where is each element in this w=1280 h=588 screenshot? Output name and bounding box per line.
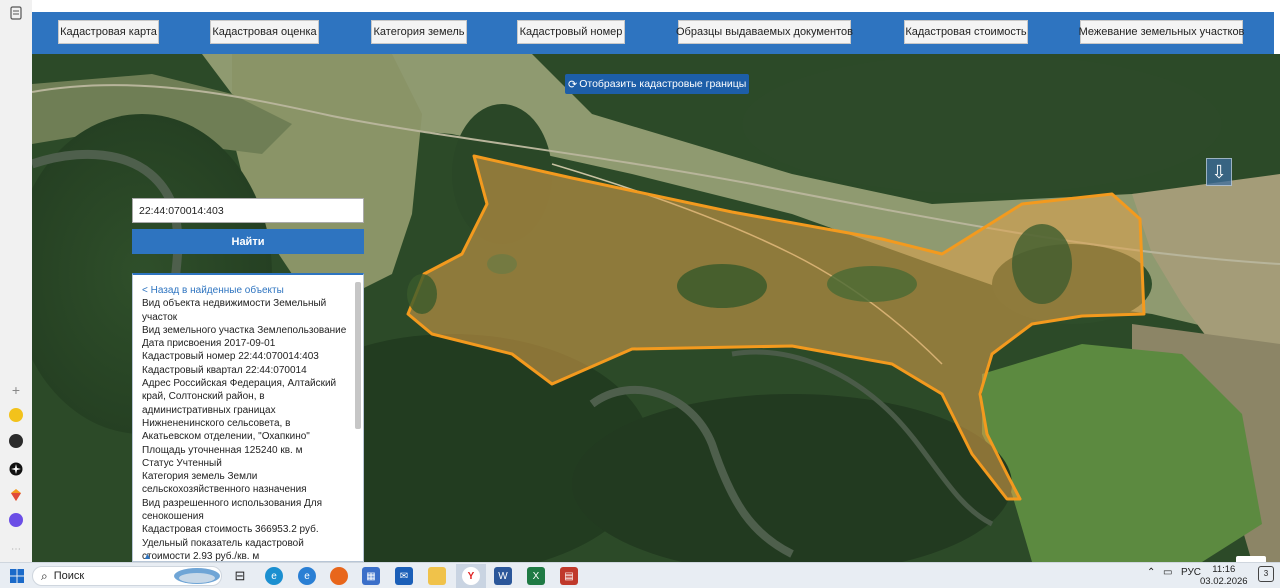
browser-sidebar: + ⋯: [0, 0, 33, 562]
profile-app-icon[interactable]: [9, 513, 23, 527]
find-button[interactable]: Найти: [132, 229, 364, 254]
arrow-down-icon[interactable]: ⇩: [1206, 158, 1232, 186]
nav-cadastral-value[interactable]: Кадастровая стоимость: [904, 20, 1028, 44]
nav-land-survey[interactable]: Межевание земельных участков: [1079, 20, 1244, 44]
cadastral-number-input[interactable]: [132, 198, 364, 223]
search-icon: ⌕: [41, 568, 48, 583]
bulb-icon[interactable]: [9, 408, 23, 422]
firefox-icon[interactable]: [330, 567, 348, 585]
info-status: Статус Учтенный: [142, 457, 222, 469]
tabs-icon[interactable]: [7, 4, 25, 22]
search-highlight-icon[interactable]: [172, 567, 222, 585]
info-permitted-use: Вид разрешенного использования Для сенок…: [142, 497, 323, 523]
sparkle-icon[interactable]: [7, 460, 25, 478]
info-land-category: Категория земель Земли сельскохозяйствен…: [142, 471, 307, 496]
info-specific-value: Удельный показатель кадастровой стоимост…: [142, 537, 304, 562]
info-scrollbar[interactable]: [355, 282, 361, 429]
clock[interactable]: 11:16 03.02.2026: [1200, 564, 1248, 588]
notifications-icon[interactable]: 3: [1258, 566, 1274, 582]
word-icon[interactable]: W: [494, 567, 512, 585]
object-info-panel: < Назад в найденные объекты Вид объекта …: [132, 273, 364, 562]
info-area: Площадь уточненная 125240 кв. м: [142, 444, 303, 456]
top-strip: [32, 0, 1280, 12]
tray-chevron-icon[interactable]: ⌃: [1147, 567, 1155, 578]
info-assign-date: Дата присвоения 2017-09-01: [142, 338, 276, 350]
info-parcel-kind: Вид земельного участка Землепользование: [142, 324, 347, 336]
scroll-up-icon[interactable]: ▲: [143, 551, 152, 561]
nav-document-samples[interactable]: Образцы выдаваемых документов: [676, 20, 853, 44]
add-icon[interactable]: +: [7, 381, 25, 399]
satellite-map[interactable]: ⟳ Отобразить кадастровые границы ⇩ Найти…: [32, 54, 1280, 562]
more-icon[interactable]: ⋯: [7, 540, 25, 558]
nav-cadastral-number[interactable]: Кадастровый номер: [517, 20, 625, 44]
nav-cadastral-map[interactable]: Кадастровая карта: [58, 20, 159, 44]
taskbar: ⌕ Поиск ⊟ e e ▦ ✉ Y W X ▤ ⌃ ▭ РУС 11:16 …: [0, 562, 1280, 588]
info-address: Адрес Российская Федерация, Алтайский кр…: [142, 378, 337, 443]
nav-cadastral-valuation[interactable]: Кадастровая оценка: [210, 20, 319, 44]
edge-icon[interactable]: e: [265, 567, 283, 585]
back-to-results-link[interactable]: < Назад в найденные объекты: [142, 284, 352, 297]
info-cadastral-number: Кадастровый номер 22:44:070014:403: [142, 351, 319, 363]
info-cadastral-quarter: Кадастровый квартал 22:44:070014: [142, 364, 307, 376]
refresh-icon: ⟳: [568, 78, 578, 91]
excel-icon[interactable]: X: [527, 567, 545, 585]
top-navigation: Кадастровая карта Кадастровая оценка Кат…: [32, 12, 1274, 54]
task-view-icon[interactable]: ⊟: [231, 567, 249, 585]
gem-icon[interactable]: [7, 486, 25, 504]
ie-icon[interactable]: e: [298, 567, 316, 585]
show-boundaries-button[interactable]: ⟳ Отобразить кадастровые границы: [565, 74, 750, 94]
nav-land-category[interactable]: Категория земель: [371, 20, 467, 44]
info-object-type: Вид объекта недвижимости Земельный участ…: [142, 298, 327, 323]
yandex-browser-icon[interactable]: Y: [456, 564, 486, 588]
windows-start-icon[interactable]: [8, 567, 26, 585]
mail-icon[interactable]: ✉: [395, 567, 413, 585]
store-icon[interactable]: ▦: [362, 567, 380, 585]
app-icon[interactable]: ▤: [560, 567, 578, 585]
info-content: < Назад в найденные объекты Вид объекта …: [142, 284, 352, 562]
network-icon[interactable]: ▭: [1163, 567, 1172, 578]
circle-app-icon[interactable]: [9, 434, 23, 448]
language-indicator[interactable]: РУС: [1181, 567, 1201, 578]
info-cadastral-value: Кадастровая стоимость 366953.2 руб.: [142, 524, 319, 536]
explorer-icon[interactable]: [428, 567, 446, 585]
